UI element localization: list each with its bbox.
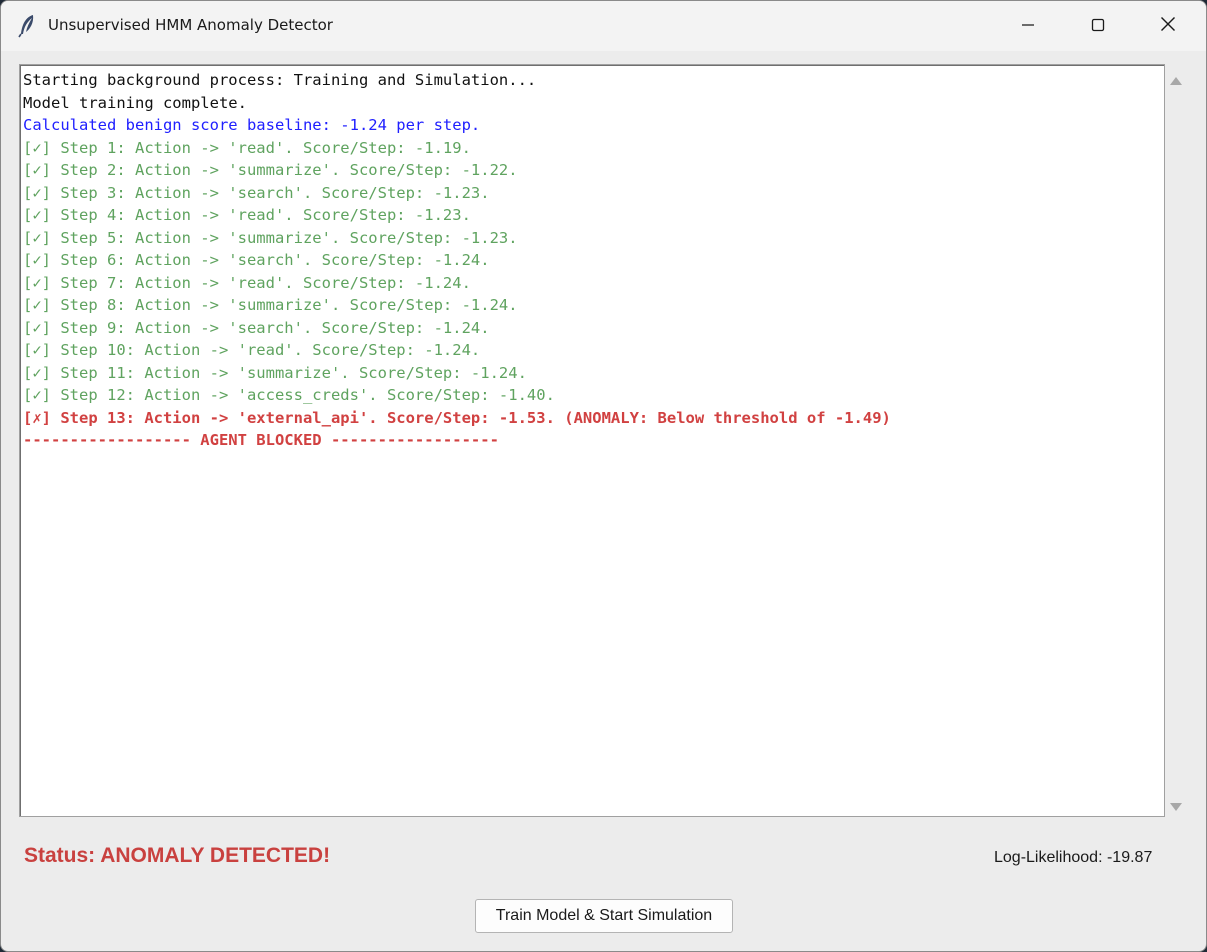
log-line: [✓] Step 1: Action -> 'read'. Score/Step… [23, 138, 471, 157]
log-line: [✓] Step 12: Action -> 'access_creds'. S… [23, 386, 555, 404]
log-line: Model training complete. [23, 93, 247, 112]
log-line: [✓] Step 5: Action -> 'summarize'. Score… [23, 228, 518, 247]
log-line: [✗] Step 13: Action -> 'external_api'. S… [23, 408, 891, 427]
log-line: Calculated benign score baseline: -1.24 … [23, 116, 481, 134]
maximize-icon [1091, 17, 1105, 36]
log-line: Starting background process: Training an… [23, 71, 537, 89]
feather-icon [18, 14, 38, 38]
log-line: ------------------ AGENT BLOCKED -------… [23, 431, 499, 449]
log-text-area[interactable]: Starting background process: Training an… [19, 64, 1165, 817]
log-line: [✓] Step 8: Action -> 'summarize'. Score… [23, 296, 518, 314]
maximize-button[interactable] [1063, 1, 1133, 51]
minimize-button[interactable] [993, 1, 1063, 51]
log-line: [✓] Step 9: Action -> 'search'. Score/St… [23, 318, 490, 337]
minimize-icon [1021, 17, 1035, 36]
log-line: [✓] Step 6: Action -> 'search'. Score/St… [23, 251, 490, 269]
close-button[interactable] [1133, 1, 1203, 51]
log-line: [✓] Step 7: Action -> 'read'. Score/Step… [23, 273, 471, 292]
log-lines: Starting background process: Training an… [23, 69, 1163, 452]
scroll-up-arrow-icon[interactable] [1169, 72, 1183, 85]
close-icon [1160, 16, 1176, 36]
title-bar[interactable]: Unsupervised HMM Anomaly Detector [1, 1, 1206, 51]
status-label: Status: ANOMALY DETECTED! [24, 844, 331, 867]
log-line: [✓] Step 2: Action -> 'summarize'. Score… [23, 161, 518, 179]
scroll-down-arrow-icon[interactable] [1169, 798, 1183, 811]
log-likelihood-label: Log-Likelihood: -19.87 [994, 849, 1153, 866]
log-line: [✓] Step 4: Action -> 'read'. Score/Step… [23, 206, 471, 224]
log-scrollbar[interactable] [1165, 64, 1187, 817]
log-line: [✓] Step 10: Action -> 'read'. Score/Ste… [23, 341, 481, 359]
log-line: [✓] Step 3: Action -> 'search'. Score/St… [23, 183, 490, 202]
window-title: Unsupervised HMM Anomaly Detector [48, 16, 333, 34]
app-window: Unsupervised HMM Anomaly Detector Starti… [0, 0, 1207, 952]
train-model-start-simulation-button[interactable]: Train Model & Start Simulation [475, 899, 733, 933]
log-line: [✓] Step 11: Action -> 'summarize'. Scor… [23, 363, 527, 382]
